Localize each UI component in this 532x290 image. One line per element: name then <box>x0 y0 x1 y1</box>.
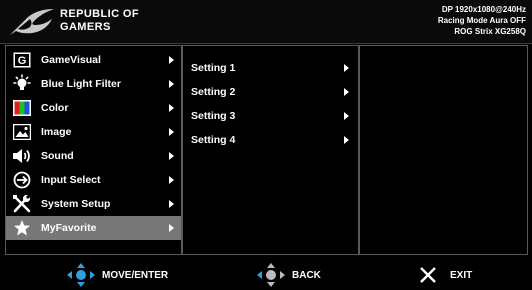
chevron-right-icon <box>169 80 174 88</box>
menu-item-label: MyFavorite <box>41 222 97 234</box>
move-enter-hint[interactable]: MOVE/ENTER <box>66 260 168 290</box>
chevron-right-icon <box>169 200 174 208</box>
close-icon <box>420 267 436 283</box>
menu-item-label: Image <box>41 126 72 138</box>
brand-name: REPUBLIC OF GAMERS <box>60 8 139 34</box>
menu-item-label: System Setup <box>41 198 111 210</box>
chevron-right-icon <box>169 104 174 112</box>
menu-item-image[interactable]: Image <box>6 120 181 144</box>
submenu-item-label: Setting 3 <box>191 110 236 122</box>
menu-item-myfavorite[interactable]: MyFavorite <box>6 216 181 240</box>
joystick-left-icon <box>257 263 285 287</box>
submenu-item-setting-1[interactable]: Setting 1 <box>183 56 358 80</box>
brand-line-2: GAMERS <box>60 21 111 33</box>
back-label: BACK <box>292 269 321 281</box>
menu-item-input-select[interactable]: Input Select <box>6 168 181 192</box>
submenu-item-label: Setting 4 <box>191 134 236 146</box>
color-icon <box>11 98 33 118</box>
menu-item-system-setup[interactable]: System Setup <box>6 192 181 216</box>
submenu-item-label: Setting 1 <box>191 62 236 74</box>
submenu-item-setting-3[interactable]: Setting 3 <box>183 104 358 128</box>
menu-item-blue-light-filter[interactable]: Blue Light Filter <box>6 72 181 96</box>
submenu-item-label: Setting 2 <box>191 86 236 98</box>
status-info: DP 1920x1080@240Hz Racing Mode Aura OFF … <box>438 4 526 37</box>
osd-menu: REPUBLIC OF GAMERS DP 1920x1080@240Hz Ra… <box>0 0 532 290</box>
exit-hint[interactable]: EXIT <box>418 260 472 290</box>
brand-line-1: REPUBLIC OF <box>60 8 139 20</box>
main-menu: G GameVisual Blue Light Filter Color Ima… <box>5 45 182 255</box>
menu-item-label: Blue Light Filter <box>41 78 121 90</box>
input-select-icon <box>11 170 33 190</box>
bulb-icon <box>11 74 33 94</box>
svg-text:G: G <box>18 55 27 67</box>
submenu-item-setting-2[interactable]: Setting 2 <box>183 80 358 104</box>
speaker-icon <box>11 146 33 166</box>
menu-item-label: Input Select <box>41 174 101 186</box>
chevron-right-icon <box>169 128 174 136</box>
rog-eye-logo-icon <box>10 9 54 35</box>
move-enter-label: MOVE/ENTER <box>102 269 169 281</box>
status-signal: DP 1920x1080@240Hz <box>441 5 526 14</box>
detail-panel <box>359 45 528 255</box>
status-model: ROG Strix XG258Q <box>454 27 526 36</box>
image-icon <box>11 122 33 142</box>
status-mode: Racing Mode Aura OFF <box>437 16 526 25</box>
joystick-four-way-icon <box>67 263 95 287</box>
chevron-right-icon <box>344 64 349 72</box>
chevron-right-icon <box>169 56 174 64</box>
chevron-right-icon <box>344 112 349 120</box>
submenu-item-setting-4[interactable]: Setting 4 <box>183 128 358 152</box>
menu-item-color[interactable]: Color <box>6 96 181 120</box>
exit-label: EXIT <box>450 269 473 281</box>
chevron-right-icon <box>169 152 174 160</box>
menu-item-label: Color <box>41 102 69 114</box>
header-bar: REPUBLIC OF GAMERS DP 1920x1080@240Hz Ra… <box>0 0 532 44</box>
back-hint[interactable]: BACK <box>256 260 321 290</box>
chevron-right-icon <box>344 88 349 96</box>
chevron-right-icon <box>344 136 349 144</box>
chevron-right-icon <box>169 224 174 232</box>
submenu: Setting 1 Setting 2 Setting 3 Setting 4 <box>182 45 359 255</box>
menu-item-gamevisual[interactable]: G GameVisual <box>6 48 181 72</box>
chevron-right-icon <box>169 176 174 184</box>
footer-bar: MOVE/ENTER BACK EXIT <box>0 260 532 290</box>
menu-item-label: GameVisual <box>41 54 101 66</box>
menu-item-sound[interactable]: Sound <box>6 144 181 168</box>
gamevisual-icon: G <box>11 50 33 70</box>
menu-item-label: Sound <box>41 150 74 162</box>
wrench-screwdriver-icon <box>11 194 33 214</box>
star-icon <box>11 218 33 238</box>
